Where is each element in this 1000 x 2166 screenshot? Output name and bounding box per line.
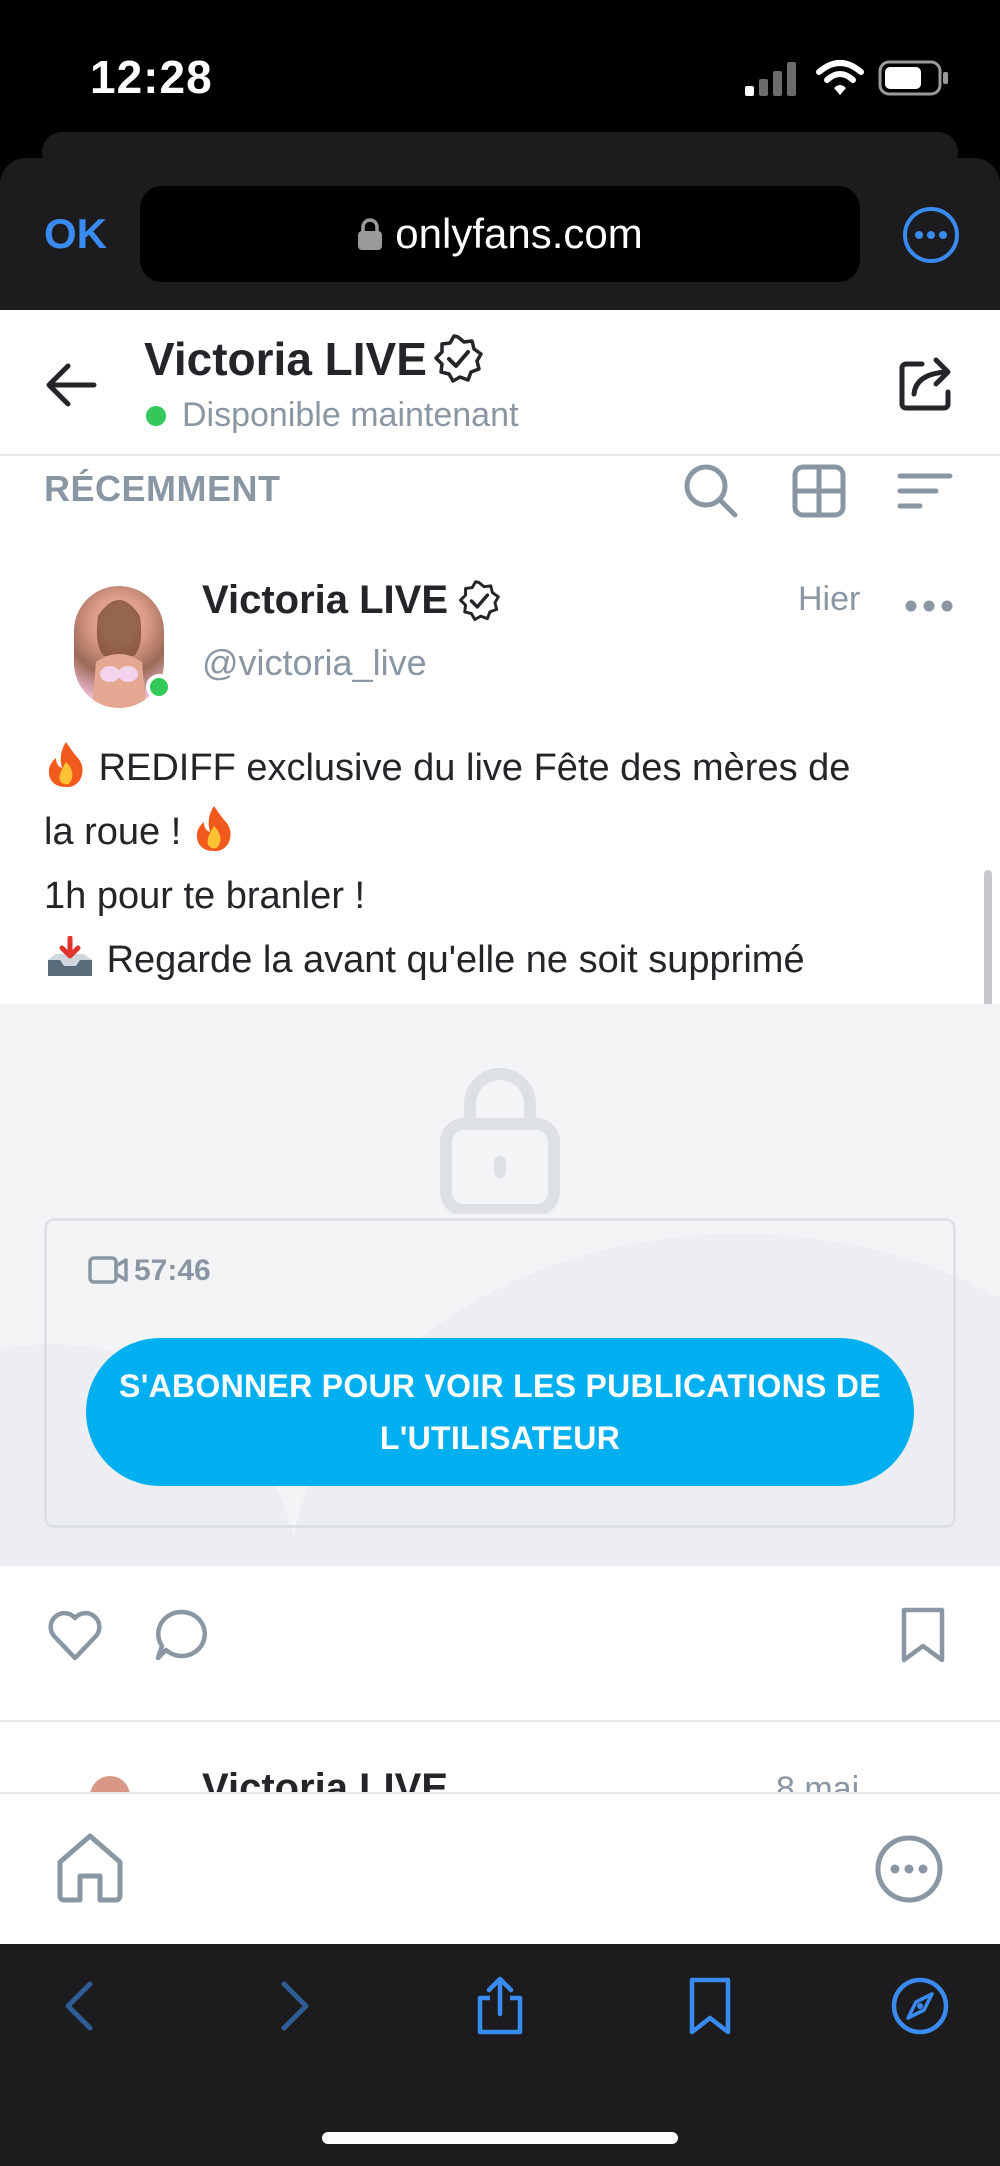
compass-icon[interactable]	[890, 1976, 950, 2036]
verified-icon	[434, 334, 483, 383]
share-icon[interactable]	[896, 354, 956, 414]
wifi-icon	[816, 60, 864, 95]
safari-forward-icon[interactable]	[262, 1976, 322, 2036]
url-field[interactable]: onlyfans.com	[140, 186, 860, 282]
post-line-3: 1h pour te branler !	[44, 864, 964, 928]
post-author[interactable]: Victoria LIVE	[202, 578, 500, 623]
more-icon[interactable]	[902, 206, 960, 264]
fire-emoji	[196, 806, 231, 852]
safari-bookmarks-icon[interactable]	[680, 1976, 740, 2036]
search-icon[interactable]	[682, 462, 740, 520]
battery-icon	[878, 60, 948, 96]
post-line-1-text: REDIFF exclusive du live Fête des mères …	[98, 747, 851, 789]
locked-media: 57:46 S'ABONNER POUR VOIR LES PUBLICATIO…	[0, 1004, 1000, 1566]
post-text: REDIFF exclusive du live Fête des mères …	[44, 736, 964, 992]
video-icon	[88, 1256, 128, 1284]
app-bottom-nav	[0, 1792, 1000, 1944]
video-duration: 57:46	[134, 1254, 211, 1287]
post-separator	[0, 1720, 1000, 1722]
bookmark-icon[interactable]	[894, 1606, 952, 1664]
more-menu-icon[interactable]	[874, 1834, 944, 1904]
avatar-online-dot	[146, 674, 172, 700]
cellular-signal-icon	[745, 62, 796, 96]
profile-name-text: Victoria LIVE	[144, 333, 427, 385]
post-line-3-text: 1h pour te branler !	[44, 875, 366, 917]
ok-button[interactable]: OK	[44, 210, 107, 258]
lock-icon	[358, 218, 383, 250]
verified-icon	[459, 579, 500, 621]
sort-icon[interactable]	[896, 462, 954, 520]
online-indicator	[146, 406, 166, 426]
post-date[interactable]: Hier	[798, 580, 860, 619]
filter-label[interactable]: RÉCEMMENT	[44, 468, 281, 510]
post-handle[interactable]: @victoria_live	[202, 642, 427, 684]
back-arrow-icon[interactable]	[44, 362, 98, 408]
availability-text: Disponible maintenant	[182, 396, 519, 434]
fire-emoji	[48, 742, 83, 788]
profile-name[interactable]: Victoria LIVE	[144, 332, 483, 386]
grid-icon[interactable]	[790, 462, 848, 520]
web-page: Victoria LIVE Disponible maintenant RÉCE…	[0, 310, 1000, 1944]
post-author-name: Victoria LIVE	[202, 578, 449, 622]
url-text: onlyfans.com	[395, 210, 643, 257]
comment-icon[interactable]	[152, 1606, 210, 1664]
post-line-4-text: Regarde la avant qu'elle ne soit supprim…	[106, 939, 805, 981]
heart-icon[interactable]	[46, 1606, 104, 1664]
safari-back-icon[interactable]	[52, 1976, 112, 2036]
home-icon[interactable]	[52, 1830, 128, 1906]
home-indicator[interactable]	[322, 2132, 678, 2144]
inbox-emoji	[48, 936, 92, 976]
lock-icon	[440, 1068, 560, 1214]
safari-share-icon[interactable]	[470, 1976, 530, 2036]
post-line-2-text: la roue !	[44, 811, 182, 853]
status-time: 12:28	[90, 51, 213, 103]
post-more-icon[interactable]	[904, 596, 954, 616]
post-line-4: Regarde la avant qu'elle ne soit supprim…	[44, 928, 964, 992]
post-line-1: REDIFF exclusive du live Fête des mères …	[44, 736, 964, 800]
subscribe-button[interactable]: S'ABONNER POUR VOIR LES PUBLICATIONS DE …	[86, 1338, 914, 1486]
post-line-2: la roue !	[44, 800, 964, 864]
